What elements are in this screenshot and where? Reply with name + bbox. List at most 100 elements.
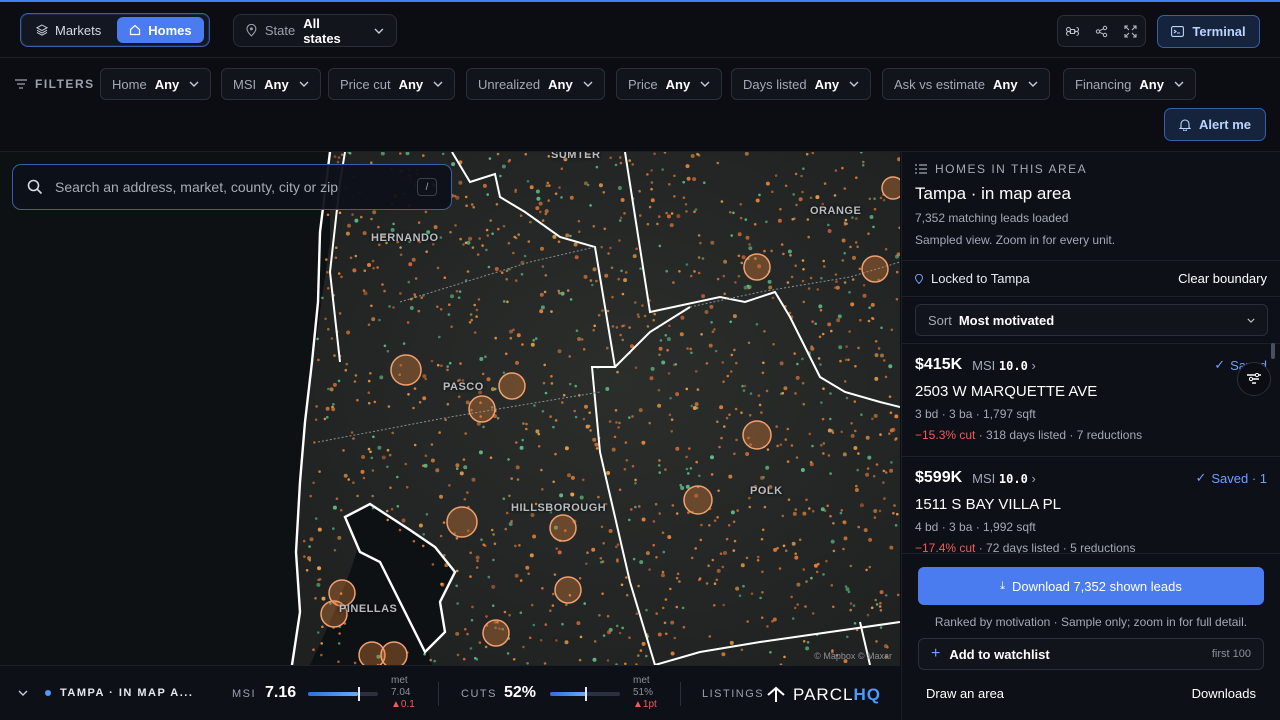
property-dot bbox=[473, 331, 477, 334]
chevron-down-icon bbox=[1174, 81, 1184, 87]
chip-value: Any bbox=[264, 76, 289, 92]
property-dot bbox=[582, 348, 586, 351]
share-icon[interactable] bbox=[1095, 25, 1108, 38]
filter-unrealized[interactable]: Unrealized Any bbox=[466, 68, 605, 100]
property-dot bbox=[539, 309, 544, 314]
property-dot bbox=[730, 353, 734, 357]
property-dot bbox=[316, 582, 321, 587]
clear-boundary-button[interactable]: Clear boundary bbox=[1178, 271, 1267, 286]
filter-price-cut[interactable]: Price cut Any bbox=[328, 68, 456, 100]
property-dot bbox=[720, 436, 723, 440]
saved-badge[interactable]: ✓ Saved · 1 bbox=[1195, 470, 1267, 486]
property-dot bbox=[850, 302, 855, 307]
listing-card[interactable]: $415K MSI 10.0 › ✓Saved 2503 W MARQUETTE… bbox=[902, 343, 1280, 456]
listing-msi[interactable]: MSI 10.0 › bbox=[972, 471, 1036, 486]
property-dot bbox=[424, 210, 428, 214]
property-dot bbox=[740, 648, 744, 652]
add-to-watchlist-button[interactable]: + Add to watchlist first 100 bbox=[918, 638, 1264, 670]
filter-financing[interactable]: Financing Any bbox=[1063, 68, 1196, 100]
search-bar[interactable]: / bbox=[12, 164, 452, 210]
property-dot bbox=[474, 656, 477, 660]
property-dot bbox=[657, 632, 662, 637]
property-dot bbox=[791, 541, 796, 546]
property-dot bbox=[489, 219, 493, 222]
alert-me-button[interactable]: Alert me bbox=[1164, 108, 1266, 141]
property-dot bbox=[790, 595, 793, 599]
property-dot bbox=[464, 627, 467, 631]
chevron-down-icon[interactable] bbox=[18, 690, 28, 696]
filter-ask-vs-estimate[interactable]: Ask vs estimate Any bbox=[882, 68, 1050, 100]
property-dot bbox=[852, 604, 856, 607]
property-dot bbox=[701, 257, 705, 260]
search-shortcut-key: / bbox=[417, 178, 437, 196]
property-dot bbox=[802, 300, 806, 304]
fullscreen-icon[interactable] bbox=[1124, 24, 1137, 38]
property-dot bbox=[829, 514, 832, 518]
command-icon[interactable] bbox=[1066, 25, 1079, 38]
property-dot bbox=[577, 219, 581, 223]
property-dot bbox=[877, 347, 881, 350]
property-dot bbox=[525, 565, 530, 570]
sort-select[interactable]: Sort Most motivated bbox=[915, 304, 1268, 336]
filter-days-listed[interactable]: Days listed Any bbox=[731, 68, 872, 100]
property-dot bbox=[540, 246, 544, 251]
listing-address: 1511 S BAY VILLA PL bbox=[915, 496, 1061, 513]
property-dot bbox=[744, 218, 748, 221]
terminal-button[interactable]: Terminal bbox=[1157, 15, 1260, 48]
property-dot bbox=[354, 218, 359, 223]
msi-value: 7.16 bbox=[265, 684, 297, 701]
homes-tab[interactable]: Homes bbox=[117, 17, 204, 43]
property-dot bbox=[664, 334, 668, 337]
property-dot bbox=[417, 309, 421, 313]
property-dot bbox=[595, 447, 599, 450]
property-dot bbox=[745, 452, 750, 456]
property-dot bbox=[869, 215, 874, 219]
property-dot bbox=[346, 330, 351, 335]
property-dot bbox=[780, 243, 784, 246]
satellite-map bbox=[0, 152, 900, 665]
property-dot bbox=[611, 295, 614, 299]
property-dot bbox=[561, 401, 564, 404]
property-dot bbox=[859, 503, 864, 508]
list-settings-button[interactable] bbox=[1237, 362, 1271, 396]
property-dot bbox=[805, 498, 808, 502]
property-dot bbox=[529, 553, 534, 558]
download-leads-button[interactable]: ⤓ Download 7,352 shown leads bbox=[918, 567, 1264, 605]
property-dot bbox=[727, 524, 731, 527]
property-dot bbox=[342, 449, 345, 452]
property-dot bbox=[504, 352, 508, 356]
listing-msi[interactable]: MSI 10.0 › bbox=[972, 358, 1036, 373]
filter-msi[interactable]: MSI Any bbox=[221, 68, 321, 100]
property-dot bbox=[866, 613, 870, 617]
property-dot bbox=[471, 477, 476, 482]
property-dot bbox=[895, 437, 898, 440]
chevron-down-icon bbox=[700, 81, 710, 87]
property-dot bbox=[776, 444, 779, 448]
property-dot bbox=[748, 505, 752, 509]
property-dot bbox=[514, 188, 517, 192]
search-input[interactable] bbox=[55, 179, 405, 195]
property-dot bbox=[463, 465, 468, 470]
rank-note: Ranked by motivation · Sample only; zoom… bbox=[934, 615, 1248, 629]
property-dot bbox=[816, 288, 820, 291]
property-dot bbox=[889, 411, 893, 415]
property-dot bbox=[687, 472, 690, 475]
property-dot bbox=[732, 314, 737, 319]
property-dot bbox=[575, 329, 579, 332]
map-canvas[interactable]: SUMTER HERNANDO ORANGE PASCO HILLSBOROUG… bbox=[0, 152, 900, 665]
property-dot bbox=[730, 510, 735, 515]
property-dot bbox=[852, 255, 856, 260]
property-dot bbox=[862, 293, 867, 298]
parcl-hq-logo: PARCLHQ bbox=[766, 685, 881, 705]
property-dot bbox=[314, 517, 318, 520]
map-attribution: © Mapbox © Maxar bbox=[814, 651, 892, 661]
downloads-link[interactable]: Downloads bbox=[1192, 686, 1256, 701]
filter-price[interactable]: Price Any bbox=[616, 68, 723, 100]
markets-tab[interactable]: Markets bbox=[24, 17, 113, 43]
property-dot bbox=[464, 195, 468, 199]
draw-area-link[interactable]: Draw an area bbox=[926, 686, 1004, 701]
property-dot bbox=[676, 214, 681, 219]
filter-home[interactable]: Home Any bbox=[100, 68, 212, 100]
panel-scrollbar[interactable] bbox=[1271, 343, 1275, 359]
state-select[interactable]: State All states bbox=[233, 14, 397, 47]
